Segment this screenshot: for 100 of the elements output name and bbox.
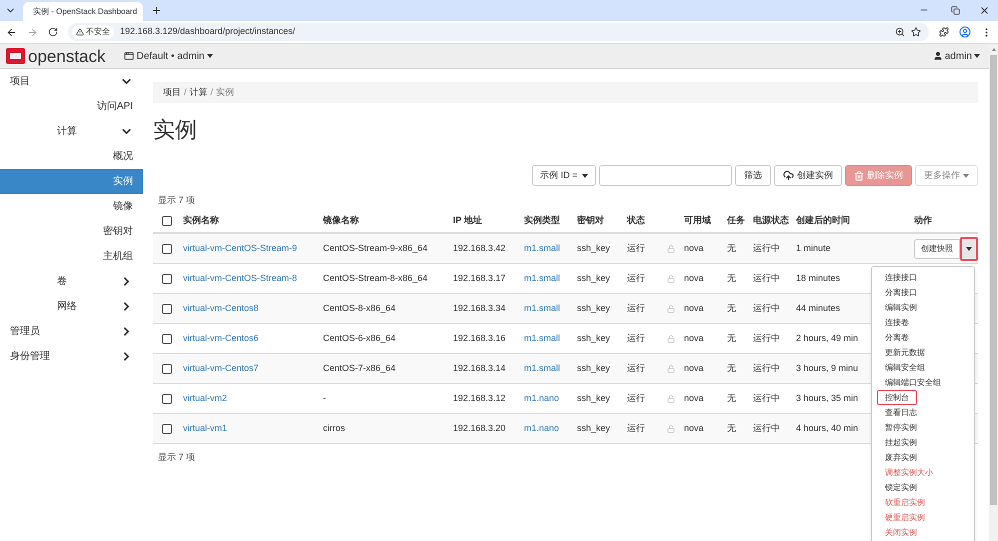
project-dropdown[interactable]: Default • admin bbox=[124, 48, 214, 64]
project-icon bbox=[124, 51, 134, 61]
breadcrumb-separator: / bbox=[183, 86, 188, 99]
table-cell-text: 192.168.3.20 bbox=[452, 422, 507, 435]
column-header: 实例名称 bbox=[182, 214, 220, 227]
filter-select[interactable]: 示例 ID = bbox=[532, 165, 596, 186]
flavor-link[interactable]: m1.small bbox=[521, 362, 564, 376]
table-cell-text: nova bbox=[683, 332, 705, 345]
menu-item[interactable]: 分离卷 bbox=[877, 330, 917, 345]
action-dropdown-button[interactable] bbox=[960, 236, 978, 260]
instance-link[interactable]: virtual-vm-CentOS-Stream-8 bbox=[180, 272, 320, 286]
user-dropdown[interactable]: admin bbox=[932, 48, 980, 64]
menu-item[interactable]: 暂停实例 bbox=[877, 420, 925, 435]
flavor-link[interactable]: m1.small bbox=[521, 272, 564, 286]
instance-link[interactable]: virtual-vm1 bbox=[180, 422, 320, 436]
instance-link[interactable]: virtual-vm-Centos7 bbox=[180, 362, 320, 376]
table-cell-text: 4 hours, 40 min bbox=[795, 422, 860, 435]
item-count: 显示 7 项 bbox=[157, 194, 196, 206]
breadcrumb-item[interactable]: 计算 bbox=[190, 86, 208, 100]
flavor-link[interactable]: m1.small bbox=[521, 302, 564, 316]
url-text: 192.168.3.129/dashboard/project/instances/ bbox=[120, 25, 296, 38]
checkbox[interactable] bbox=[162, 364, 172, 374]
menu-item[interactable]: 硬重启实例 bbox=[877, 510, 933, 525]
caret-icon bbox=[966, 246, 972, 250]
restore-icon[interactable] bbox=[951, 6, 960, 15]
table-cell-text: 运行中 bbox=[752, 272, 781, 285]
back-icon[interactable] bbox=[6, 26, 17, 38]
close-window-icon[interactable] bbox=[979, 5, 990, 16]
flavor-link[interactable]: m1.small bbox=[521, 332, 564, 346]
flavor-link[interactable]: m1.nano bbox=[521, 392, 562, 406]
toolbar-button[interactable]: 筛选 bbox=[735, 165, 771, 186]
table-cell-text: ssh_key bbox=[576, 332, 612, 345]
new-tab-icon[interactable] bbox=[151, 5, 162, 16]
menu-item[interactable]: 编辑实例 bbox=[877, 300, 925, 315]
checkbox[interactable] bbox=[162, 216, 172, 226]
security-chip[interactable]: 不安全 bbox=[72, 25, 114, 39]
filter-input[interactable] bbox=[599, 165, 732, 186]
table-cell-text: CentOS-8-x86_64 bbox=[322, 302, 397, 315]
column-header: 实例类型 bbox=[523, 214, 561, 227]
caret-icon bbox=[963, 174, 969, 178]
checkbox[interactable] bbox=[162, 334, 172, 344]
table-cell-text: 运行 bbox=[626, 242, 646, 255]
table-cell-text: nova bbox=[683, 302, 705, 315]
menu-item[interactable]: 调整实例大小 bbox=[877, 465, 941, 480]
table-cell-text: 无 bbox=[726, 362, 737, 375]
checkbox[interactable] bbox=[162, 244, 172, 254]
address-field[interactable]: 不安全 192.168.3.129/dashboard/project/instances/ bbox=[68, 23, 929, 41]
toolbar-button[interactable]: 创建实例 bbox=[774, 165, 842, 186]
table-cell-text: nova bbox=[683, 242, 705, 255]
instance-link[interactable]: virtual-vm-CentOS-Stream-9 bbox=[180, 242, 320, 256]
instance-link[interactable]: virtual-vm-Centos6 bbox=[180, 332, 320, 346]
snapshot-button[interactable]: 创建快照 bbox=[914, 238, 960, 258]
sidebar-item[interactable]: 实例 bbox=[0, 169, 143, 194]
instance-link[interactable]: virtual-vm-Centos8 bbox=[180, 302, 320, 316]
flavor-link[interactable]: m1.nano bbox=[521, 422, 562, 436]
extensions-icon[interactable] bbox=[939, 27, 949, 37]
menu-item[interactable]: 废弃实例 bbox=[877, 450, 925, 465]
table-cell-text: 无 bbox=[726, 302, 737, 315]
breadcrumb-item[interactable]: 项目 bbox=[163, 86, 181, 100]
profile-icon[interactable] bbox=[959, 26, 971, 38]
menu-item[interactable]: 连接卷 bbox=[877, 315, 917, 330]
flavor-link[interactable]: m1.small bbox=[521, 242, 564, 256]
table-cell-text: ssh_key bbox=[576, 272, 612, 285]
menu-item[interactable]: 查看日志 bbox=[877, 405, 925, 420]
menu-item[interactable]: 挂起实例 bbox=[877, 435, 925, 450]
star-icon[interactable] bbox=[911, 27, 921, 37]
caret-icon bbox=[207, 54, 214, 58]
menu-item[interactable]: 编辑安全组 bbox=[877, 360, 933, 375]
checkbox[interactable] bbox=[162, 274, 172, 284]
menu-item[interactable]: 分离接口 bbox=[877, 285, 925, 300]
table-cell-text: 无 bbox=[726, 272, 737, 285]
logo-icon bbox=[6, 48, 25, 64]
table-cell-text: 运行中 bbox=[752, 392, 781, 405]
table-cell-text: 运行 bbox=[626, 422, 646, 435]
trash-icon bbox=[854, 170, 864, 180]
scrollbar[interactable] bbox=[989, 45, 998, 541]
menu-item[interactable]: 连接接口 bbox=[877, 270, 925, 285]
menu-item[interactable]: 软重启实例 bbox=[877, 495, 933, 510]
user-icon bbox=[932, 51, 943, 61]
checkbox[interactable] bbox=[162, 424, 172, 434]
page-title: 实例 bbox=[153, 116, 198, 144]
instance-link[interactable]: virtual-vm2 bbox=[180, 392, 320, 406]
column-header: 动作 bbox=[912, 214, 933, 227]
table-cell-text: 192.168.3.42 bbox=[452, 242, 507, 255]
checkbox[interactable] bbox=[162, 304, 172, 314]
zoom-icon[interactable] bbox=[895, 27, 905, 37]
menu-item[interactable]: 控制台 bbox=[877, 390, 917, 405]
menu-item[interactable]: 关闭实例 bbox=[877, 525, 925, 540]
table-cell-text: 运行 bbox=[626, 332, 646, 345]
table-cell-text: 运行中 bbox=[752, 242, 781, 255]
table-cell-text: ssh_key bbox=[576, 362, 612, 375]
menu-item[interactable]: 编辑端口安全组 bbox=[877, 375, 949, 390]
table-cell-text: CentOS-7-x86_64 bbox=[322, 362, 397, 375]
reload-icon[interactable] bbox=[48, 27, 58, 37]
checkbox[interactable] bbox=[162, 394, 172, 404]
browser-tab[interactable]: 实例 - OpenStack Dashboard bbox=[23, 2, 143, 21]
table-cell-text: cirros bbox=[322, 422, 346, 435]
table-cell-text: 192.168.3.34 bbox=[452, 302, 507, 315]
menu-item[interactable]: 更新元数据 bbox=[877, 345, 933, 360]
menu-item[interactable]: 锁定实例 bbox=[877, 480, 925, 495]
